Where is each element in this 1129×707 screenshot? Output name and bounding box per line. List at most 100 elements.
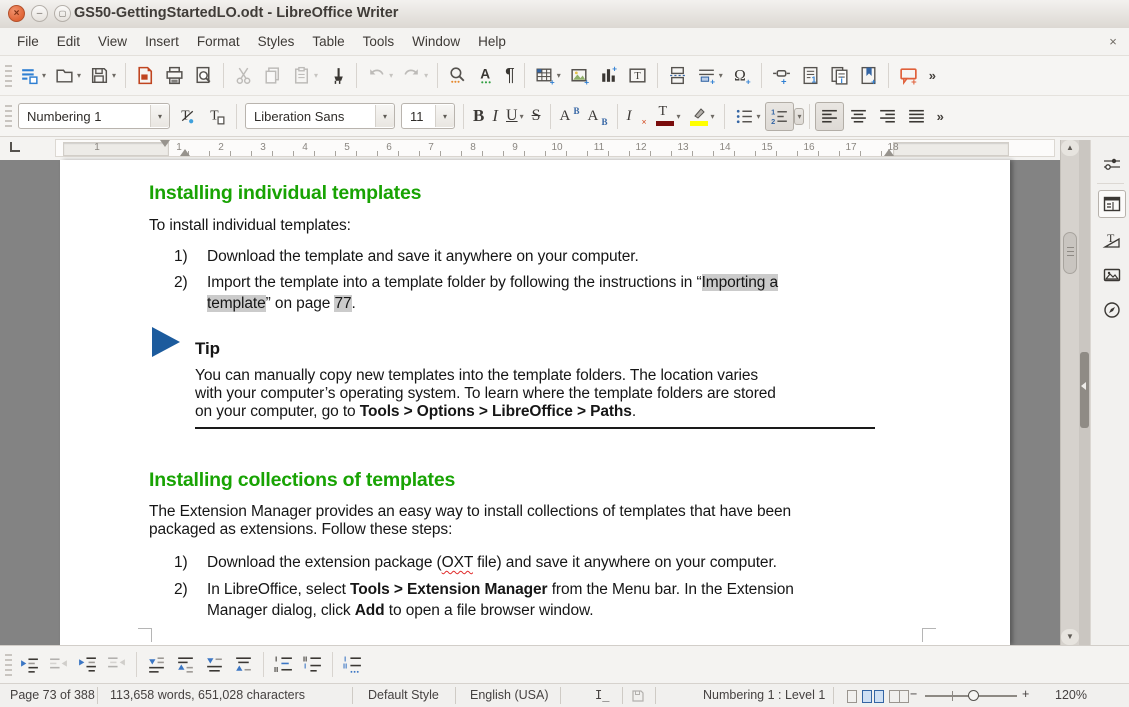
toolbar-grip[interactable] <box>5 65 12 87</box>
bullet-list-button[interactable]: ▾ <box>730 102 765 131</box>
document-modified-icon[interactable] <box>631 689 645 703</box>
find-replace-button[interactable] <box>443 61 472 90</box>
update-style-button[interactable]: T <box>173 102 202 131</box>
sidebar-settings-button[interactable] <box>1098 150 1126 178</box>
insert-table-button[interactable]: + ▾ <box>530 61 565 90</box>
special-character-button[interactable]: Ω + <box>727 61 756 90</box>
sidebar-styles-button[interactable]: T <box>1098 226 1126 254</box>
menu-file[interactable]: File <box>8 30 48 53</box>
menu-window[interactable]: Window <box>403 30 469 53</box>
zoom-slider-knob[interactable] <box>968 690 979 701</box>
highlight-color-button[interactable]: ▾ <box>685 102 719 131</box>
comment-button[interactable]: + <box>894 61 923 90</box>
sidebar-hide-handle[interactable] <box>1080 352 1089 428</box>
numbered-list-dropdown[interactable]: ▾ <box>794 108 804 125</box>
text-language[interactable]: English (USA) <box>470 688 549 702</box>
export-pdf-button[interactable] <box>131 61 160 90</box>
vertical-scrollbar[interactable]: ▲ ▼ <box>1060 140 1079 645</box>
align-center-button[interactable] <box>844 102 873 131</box>
insert-unnumbered-entry-button[interactable]: I II <box>269 650 298 679</box>
toolbar-overflow-button[interactable]: » <box>929 68 935 83</box>
insert-chart-button[interactable]: + <box>594 61 623 90</box>
tab-stop-selector[interactable] <box>7 140 23 155</box>
zoom-in-button[interactable]: + <box>1022 687 1029 701</box>
endnote-button[interactable]: i <box>825 61 854 90</box>
font-name-combobox[interactable]: Liberation Sans ▾ <box>245 103 395 129</box>
formatting-marks-button[interactable]: ¶ <box>501 61 519 90</box>
menu-format[interactable]: Format <box>188 30 249 53</box>
toolbar-grip[interactable] <box>5 654 12 676</box>
window-close-button[interactable]: × <box>8 5 25 22</box>
scroll-up-arrow[interactable]: ▲ <box>1061 140 1079 156</box>
sidebar-properties-button[interactable] <box>1098 190 1126 218</box>
toolbar-overflow-button[interactable]: » <box>937 109 943 124</box>
scroll-down-arrow[interactable]: ▼ <box>1061 629 1079 645</box>
clone-formatting-button[interactable] <box>322 61 351 90</box>
insert-mode-indicator[interactable]: I_ <box>595 688 609 702</box>
page-break-button[interactable] <box>663 61 692 90</box>
move-up-with-subpoints-button[interactable] <box>229 650 258 679</box>
chevron-down-icon[interactable]: ▾ <box>375 105 394 127</box>
page-style[interactable]: Default Style <box>368 688 439 702</box>
strikethrough-button[interactable]: S <box>528 103 545 129</box>
bold-button[interactable]: B <box>469 102 488 130</box>
chevron-down-icon[interactable]: ▾ <box>435 105 454 127</box>
window-maximize-button[interactable]: ▢ <box>54 5 71 22</box>
menu-table[interactable]: Table <box>303 30 353 53</box>
sidebar-gallery-button[interactable] <box>1098 261 1126 289</box>
new-style-button[interactable]: T <box>202 102 231 131</box>
footnote-button[interactable]: 1 <box>796 61 825 90</box>
single-page-view-button[interactable] <box>847 689 859 703</box>
superscript-button[interactable]: AB <box>556 104 584 129</box>
print-button[interactable] <box>160 61 189 90</box>
print-preview-button[interactable] <box>189 61 218 90</box>
underline-button[interactable]: U▾ <box>502 103 528 129</box>
insert-image-button[interactable]: + <box>565 61 594 90</box>
menu-tools[interactable]: Tools <box>354 30 404 53</box>
cross-reference-field[interactable]: Importing a <box>702 274 778 291</box>
scrollbar-thumb[interactable] <box>1063 232 1077 274</box>
spelling-button[interactable]: A <box>472 61 501 90</box>
zoom-level[interactable]: 120% <box>1055 688 1087 702</box>
paragraph-style-combobox[interactable]: Numbering 1 ▾ <box>18 103 170 129</box>
cross-reference-field[interactable]: template <box>207 295 266 312</box>
sidebar-navigator-button[interactable] <box>1098 296 1126 324</box>
insert-field-button[interactable]: + ▾ <box>692 61 727 90</box>
menu-edit[interactable]: Edit <box>48 30 89 53</box>
toolbar-grip[interactable] <box>5 105 12 127</box>
numbered-list-button[interactable]: 1 2 <box>765 102 794 131</box>
horizontal-ruler[interactable]: 1 1 2 3 4 5 6 7 8 9 10 11 12 13 14 15 16… <box>0 137 1060 160</box>
align-right-button[interactable] <box>873 102 902 131</box>
move-up-button[interactable] <box>171 650 200 679</box>
document-page[interactable]: Installing individual templates To insta… <box>60 160 1010 645</box>
chevron-down-icon[interactable]: ▾ <box>150 105 169 127</box>
right-indent-marker[interactable] <box>884 149 894 156</box>
demote-outline-level-button[interactable] <box>15 650 44 679</box>
bookmark-button[interactable]: + <box>854 61 883 90</box>
italic-button[interactable]: I <box>488 102 502 130</box>
outline-level-indicator[interactable]: Numbering 1 : Level 1 <box>703 688 825 702</box>
font-color-button[interactable]: T ▾ <box>651 102 685 131</box>
add-to-list-button[interactable]: I II <box>338 650 367 679</box>
word-count[interactable]: 113,658 words, 651,028 characters <box>110 688 305 702</box>
move-down-button[interactable] <box>142 650 171 679</box>
cross-reference-button[interactable]: + <box>767 61 796 90</box>
menu-insert[interactable]: Insert <box>136 30 188 53</box>
left-indent-marker[interactable] <box>180 149 190 156</box>
book-view-button[interactable] <box>889 689 911 703</box>
page-count[interactable]: Page 73 of 388 <box>10 688 95 702</box>
menu-view[interactable]: View <box>89 30 136 53</box>
close-document-button[interactable]: × <box>1105 34 1121 50</box>
subscript-button[interactable]: AB <box>584 104 612 129</box>
document-canvas[interactable]: Installing individual templates To insta… <box>0 160 1060 645</box>
clear-formatting-button[interactable]: I× <box>623 104 651 129</box>
open-button[interactable]: ▾ <box>50 61 85 90</box>
save-button[interactable]: ▾ <box>85 61 120 90</box>
move-down-with-subpoints-button[interactable] <box>200 650 229 679</box>
insert-textbox-button[interactable]: T <box>623 61 652 90</box>
sidebar-splitter[interactable] <box>1079 140 1090 645</box>
zoom-out-button[interactable]: − <box>910 687 917 701</box>
align-left-button[interactable] <box>815 102 844 131</box>
window-minimize-button[interactable]: – <box>31 5 48 22</box>
page-number-field[interactable]: 77 <box>334 295 351 312</box>
